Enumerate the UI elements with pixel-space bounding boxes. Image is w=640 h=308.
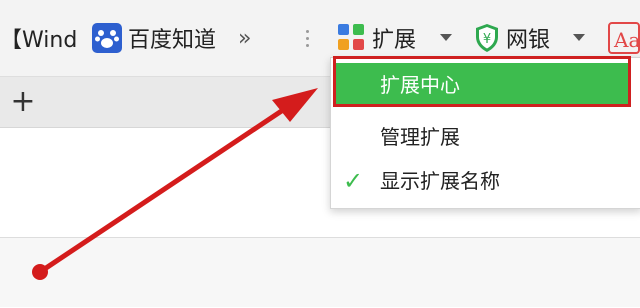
bookmark-baidu-label: 百度知道 xyxy=(128,28,217,53)
menu-item-manage-extensions[interactable]: 管理扩展 xyxy=(331,114,640,160)
caret-down-icon[interactable] xyxy=(573,34,585,41)
extensions-grid-icon xyxy=(338,24,366,52)
shield-yen-icon: ¥ xyxy=(474,23,500,53)
netbank-label: 网银 xyxy=(506,28,551,53)
caret-down-icon[interactable] xyxy=(440,34,452,41)
extensions-label: 扩展 xyxy=(372,28,417,53)
new-tab-button[interactable]: + xyxy=(4,83,42,121)
menu-item-show-extension-names[interactable]: ✓ 显示扩展名称 xyxy=(331,158,640,204)
toolbar-separator xyxy=(306,26,310,52)
menu-item-label: 管理扩展 xyxy=(380,125,460,149)
menu-item-label: 显示扩展名称 xyxy=(380,169,500,193)
svg-text:¥: ¥ xyxy=(483,32,491,47)
bookmarks-overflow-button[interactable]: » xyxy=(238,20,252,56)
bookmark-wind[interactable]: 【Wind xyxy=(0,20,77,56)
checkmark-icon: ✓ xyxy=(343,167,364,195)
bookmark-wind-label: 【Wind xyxy=(0,28,78,53)
baidu-paw-icon xyxy=(92,23,122,53)
netbank-button[interactable]: ¥ 网银 xyxy=(474,20,550,56)
chevron-double-right-icon: » xyxy=(238,25,252,51)
aa-icon[interactable]: Aa xyxy=(608,22,640,54)
page-content-lower xyxy=(0,238,640,307)
bookmark-baidu-zhidao[interactable]: 百度知道 xyxy=(92,20,216,56)
extensions-button[interactable]: 扩展 xyxy=(338,20,416,56)
annotation-highlight-box xyxy=(333,56,631,107)
